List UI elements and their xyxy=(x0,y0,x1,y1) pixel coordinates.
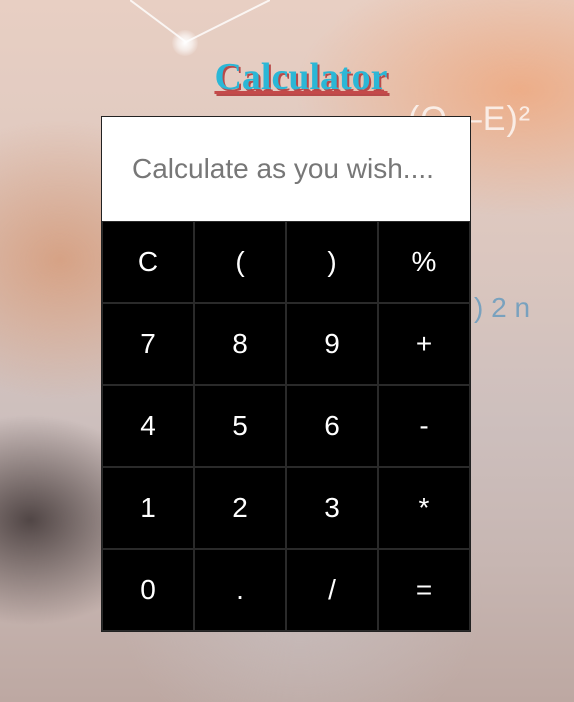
equals-button[interactable]: = xyxy=(378,549,470,631)
digit-5-button[interactable]: 5 xyxy=(194,385,286,467)
calculator: C()% 789+456- 123* 0./= xyxy=(101,116,471,632)
digit-8-button[interactable]: 8 xyxy=(194,303,286,385)
percent-button[interactable]: % xyxy=(378,221,470,303)
digit-7-button[interactable]: 7 xyxy=(102,303,194,385)
digit-3-button[interactable]: 3 xyxy=(286,467,378,549)
digit-0-button[interactable]: 0 xyxy=(102,549,194,631)
open-paren-button[interactable]: ( xyxy=(194,221,286,303)
subtract-button[interactable]: - xyxy=(378,385,470,467)
digit-9-button[interactable]: 9 xyxy=(286,303,378,385)
digit-1-button[interactable]: 1 xyxy=(102,467,194,549)
close-paren-button[interactable]: ) xyxy=(286,221,378,303)
clear-button[interactable]: C xyxy=(102,221,194,303)
decimal-button[interactable]: . xyxy=(194,549,286,631)
digit-2-button[interactable]: 2 xyxy=(194,467,286,549)
digit-4-button[interactable]: 4 xyxy=(102,385,194,467)
add-button[interactable]: + xyxy=(378,303,470,385)
keypad: C()% 7 8 9 +4 5 6- 1 2 3 * 0. / = xyxy=(102,221,470,631)
background-glow xyxy=(172,30,198,56)
background-formula-side: ) 2 n xyxy=(474,292,531,323)
background-line-decoration xyxy=(130,0,270,44)
divide-button[interactable]: / xyxy=(286,549,378,631)
multiply-button[interactable]: * xyxy=(378,467,470,549)
page-title: Calculator xyxy=(214,56,388,98)
digit-6-button[interactable]: 6 xyxy=(286,385,378,467)
calculator-display-input[interactable] xyxy=(102,117,470,221)
